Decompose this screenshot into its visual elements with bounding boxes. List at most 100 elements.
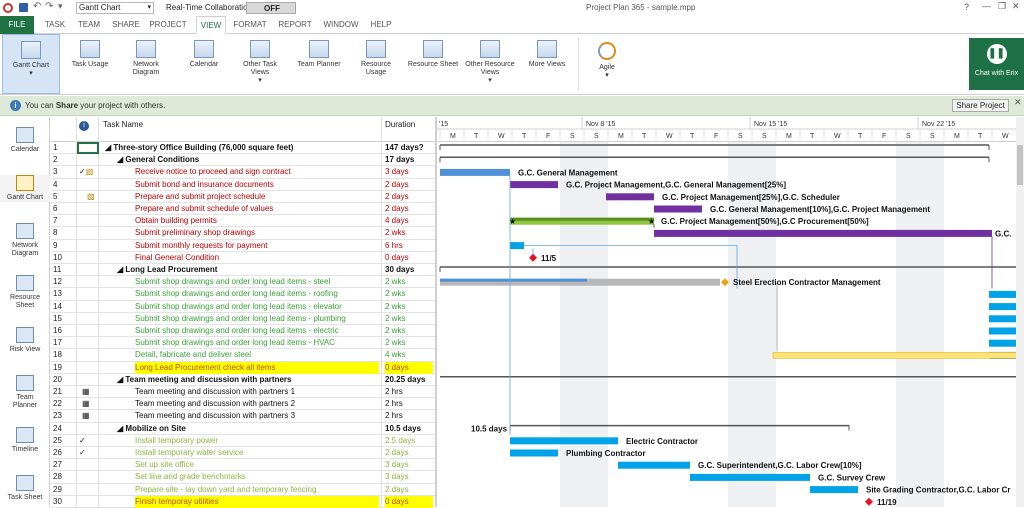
tab-help[interactable]: HELP — [366, 16, 396, 34]
task-row[interactable]: 5 ▧ Prepare and submit project schedule 2 d… — [51, 191, 435, 203]
task-row[interactable]: 9 Submit monthly requests for payment 6 hr… — [51, 240, 435, 252]
task-name[interactable]: Submit shop drawings and order long lead… — [135, 325, 379, 337]
task-row[interactable]: 29 Prepare site - lay down yard and tempo… — [51, 484, 435, 496]
task-name[interactable]: Submit monthly requests for payment — [135, 240, 379, 252]
task-row[interactable]: 2 ◢ General Conditions 17 days — [51, 154, 435, 167]
task-name[interactable]: Team meeting and discussion with partner… — [135, 398, 379, 410]
tab-format[interactable]: FORMAT — [230, 16, 270, 34]
undo-icon[interactable]: ↶ — [33, 1, 41, 12]
close-icon[interactable]: ✕ — [1012, 1, 1020, 12]
task-name[interactable]: Team meeting and discussion with partner… — [135, 410, 379, 422]
minimize-icon[interactable]: — — [982, 1, 991, 11]
task-row[interactable]: 11 ◢ Long Lead Procurement 30 days — [51, 264, 435, 277]
tab-task[interactable]: TASK — [40, 16, 70, 34]
view-network-diagram[interactable]: Network Diagram — [0, 223, 50, 258]
task-usage-button[interactable]: Task Usage — [64, 34, 116, 94]
task-name[interactable]: ◢ Long Lead Procurement — [117, 264, 379, 276]
task-duration[interactable]: 2 wks — [385, 337, 433, 349]
task-row[interactable]: 12 Submit shop drawings and order long le… — [51, 276, 435, 289]
task-row[interactable]: 22 ▦ Team meeting and discussion with part… — [51, 398, 435, 411]
task-row[interactable]: 6 Prepare and submit schedule of values 2 … — [51, 203, 435, 216]
task-duration[interactable]: 3 days — [385, 166, 433, 178]
task-name[interactable]: Prepare site - lay down yard and tempora… — [135, 484, 379, 496]
task-name[interactable]: Team meeting and discussion with partner… — [135, 386, 379, 398]
task-duration[interactable]: 2 wks — [385, 276, 433, 288]
resource-sheet-button[interactable]: Resource Sheet — [404, 34, 462, 94]
task-duration[interactable]: 2 hrs — [385, 386, 433, 398]
task-duration[interactable]: 2 wks — [385, 288, 433, 300]
task-duration[interactable]: 2 wks — [385, 301, 433, 313]
view-task-sheet[interactable]: Task Sheet — [0, 475, 50, 502]
task-duration[interactable]: 2.5 days — [385, 435, 433, 447]
task-name[interactable]: Submit shop drawings and order long lead… — [135, 313, 379, 325]
task-row[interactable]: 16 Submit shop drawings and order long le… — [51, 325, 435, 338]
close-infobar-icon[interactable]: ✕ — [1014, 97, 1022, 108]
task-name[interactable]: Install temporary power — [135, 435, 379, 447]
help-icon[interactable]: ? — [964, 2, 969, 12]
task-row[interactable]: 3 ✓▧ Receive notice to proceed and sign co… — [51, 166, 435, 179]
task-row[interactable]: 19 Long Lead Procurement check all items 0… — [51, 361, 435, 374]
gantt-chart-button[interactable]: Gantt Chart ▾ — [2, 34, 60, 94]
task-duration[interactable]: 2 days — [385, 203, 433, 215]
task-duration[interactable]: 0 days — [385, 252, 433, 264]
task-name-header[interactable]: Task Name — [103, 119, 143, 131]
task-name[interactable]: Submit shop drawings and order long lead… — [135, 301, 379, 313]
task-row[interactable]: 8 Submit preliminary shop drawings 2 wks — [51, 227, 435, 240]
task-row[interactable]: 1 ◢ Three-story Office Building (76,000 s… — [51, 142, 435, 155]
redo-icon[interactable]: ↷ — [45, 1, 53, 12]
vertical-scrollbar[interactable] — [1016, 117, 1024, 507]
calendar-button[interactable]: Calendar — [178, 34, 230, 94]
task-name[interactable]: ◢ Three-story Office Building (76,000 sq… — [105, 142, 379, 154]
task-duration[interactable]: 2 wks — [385, 325, 433, 337]
task-row[interactable]: 28 Set line and grade benchmarks 3 days — [51, 471, 435, 484]
task-name[interactable]: ◢ Team meeting and discussion with partn… — [117, 374, 379, 386]
task-name[interactable]: Long Lead Procurement check all items — [135, 361, 379, 374]
task-duration[interactable]: 0 days — [385, 495, 433, 508]
task-name[interactable]: Submit shop drawings and order long lead… — [135, 276, 379, 288]
tab-file[interactable]: FILE — [0, 16, 34, 34]
info-column-header[interactable]: i — [79, 121, 89, 131]
task-duration[interactable]: 2 hrs — [385, 410, 433, 422]
view-resource-sheet[interactable]: Resource Sheet — [0, 275, 50, 310]
task-name[interactable]: ◢ Mobilize on Site — [117, 423, 379, 435]
collab-toggle[interactable]: OFF — [246, 2, 296, 14]
tab-share[interactable]: SHARE — [109, 16, 143, 34]
chat-with-erix-button[interactable]: ❚❚ Chat with Erix — [969, 38, 1024, 90]
task-duration[interactable]: 10.5 days — [385, 423, 433, 435]
task-row[interactable]: 14 Submit shop drawings and order long le… — [51, 301, 435, 313]
other-task-views-button[interactable]: Other Task Views ▾ — [234, 34, 286, 94]
task-duration[interactable]: 2 days — [385, 191, 433, 203]
task-duration[interactable]: 3 days — [385, 471, 433, 483]
tab-team[interactable]: TEAM — [74, 16, 104, 34]
task-row[interactable]: 10 Final General Condition 0 days — [51, 252, 435, 264]
view-calendar[interactable]: Calendar — [0, 127, 50, 154]
save-icon[interactable] — [19, 3, 28, 12]
task-row[interactable]: 24 ◢ Mobilize on Site 10.5 days — [51, 423, 435, 435]
task-row[interactable]: 25 ✓ Install temporary power 2.5 days — [51, 435, 435, 447]
task-name[interactable]: Submit shop drawings and order long lead… — [135, 288, 379, 300]
task-duration[interactable]: 4 days — [385, 215, 433, 227]
other-resource-views-button[interactable]: Other Resource Views ▾ — [462, 34, 518, 94]
task-name[interactable]: Submit preliminary shop drawings — [135, 227, 379, 239]
view-team-planner[interactable]: Team Planner — [0, 375, 50, 410]
scroll-thumb[interactable] — [1017, 145, 1023, 185]
tab-report[interactable]: REPORT — [276, 16, 314, 34]
task-row[interactable]: 23 ▦ Team meeting and discussion with part… — [51, 410, 435, 423]
task-name[interactable]: ◢ General Conditions — [117, 154, 379, 166]
task-name[interactable]: Receive notice to proceed and sign contr… — [135, 166, 379, 178]
task-name[interactable]: Submit shop drawings and order long lead… — [135, 337, 379, 349]
task-duration[interactable]: 2 days — [385, 447, 433, 459]
task-name[interactable]: Final General Condition — [135, 252, 379, 264]
task-duration[interactable]: 30 days — [385, 264, 433, 276]
task-name[interactable]: Set up site office — [135, 459, 379, 471]
view-timeline[interactable]: Timeline — [0, 427, 50, 454]
task-row[interactable]: 30 Finish temporay utilities 0 days — [51, 495, 435, 508]
duration-header[interactable]: Duration — [385, 119, 415, 131]
more-tools-icon[interactable]: ▾ — [58, 1, 63, 12]
tab-project[interactable]: PROJECT — [146, 16, 190, 34]
task-duration[interactable]: 3 days — [385, 459, 433, 471]
resource-usage-button[interactable]: Resource Usage — [350, 34, 402, 94]
restore-icon[interactable]: ❐ — [998, 1, 1006, 12]
task-row[interactable]: 15 Submit shop drawings and order long le… — [51, 313, 435, 325]
network-diagram-button[interactable]: Network Diagram — [120, 34, 172, 94]
